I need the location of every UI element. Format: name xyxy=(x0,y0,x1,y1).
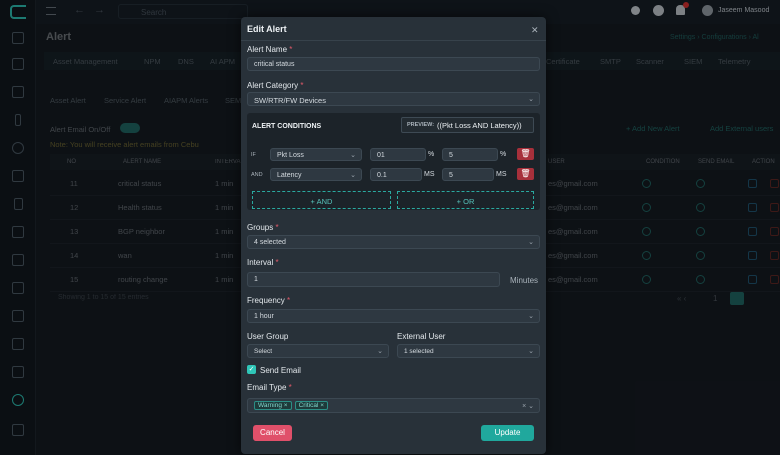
clear-and-chevron-icon[interactable]: × ⌄ xyxy=(522,402,534,410)
close-icon[interactable]: ✕ xyxy=(531,25,539,36)
email-type-chip: Critical × xyxy=(294,401,329,410)
remove-chip-icon[interactable]: × xyxy=(284,402,288,409)
user-group-select[interactable]: Select ⌄ xyxy=(247,344,389,358)
interval-input[interactable]: 1 xyxy=(247,272,500,287)
external-user-select[interactable]: 1 selected ⌄ xyxy=(397,344,540,358)
alert-category-select[interactable]: SW/RTR/FW Devices ⌄ xyxy=(247,92,540,106)
add-or-button[interactable]: + OR xyxy=(397,191,534,209)
send-email-checkbox[interactable]: ✓ xyxy=(247,365,256,374)
condition-value2-input-2[interactable]: 5 xyxy=(442,168,494,181)
condition-op-1: IF xyxy=(251,152,256,158)
groups-select[interactable]: 4 selected ⌄ xyxy=(247,235,540,249)
add-and-button[interactable]: + AND xyxy=(252,191,391,209)
frequency-label: Frequency * xyxy=(247,296,291,305)
alert-name-label: Alert Name * xyxy=(247,45,293,54)
condition-op-2: AND xyxy=(251,172,263,178)
cancel-button[interactable]: Cancel xyxy=(253,425,292,441)
interval-unit: Minutes xyxy=(510,276,539,285)
preview-label: PREVIEW: xyxy=(407,122,435,128)
condition-unit2-1: % xyxy=(500,151,507,158)
alert-name-input[interactable]: critical status xyxy=(247,57,540,71)
remove-chip-icon[interactable]: × xyxy=(320,402,324,409)
chevron-down-icon: ⌄ xyxy=(528,96,534,103)
frequency-select[interactable]: 1 hour ⌄ xyxy=(247,309,540,323)
condition-metric-select-2[interactable]: Latency ⌄ xyxy=(270,168,362,181)
condition-metric-select-1[interactable]: Pkt Loss ⌄ xyxy=(270,148,362,161)
send-email-label: Send Email xyxy=(260,366,301,375)
external-user-label: External User xyxy=(397,332,446,341)
delete-condition-icon[interactable]: 🗑 xyxy=(517,148,534,160)
chevron-down-icon: ⌄ xyxy=(350,152,356,159)
conditions-title: ALERT CONDITIONS xyxy=(252,123,322,130)
email-type-chip: Warning × xyxy=(254,401,292,410)
condition-unit2-2: MS xyxy=(496,171,507,178)
user-group-label: User Group xyxy=(247,332,289,341)
modal-header-divider xyxy=(241,40,546,41)
chevron-down-icon: ⌄ xyxy=(528,348,534,355)
chevron-down-icon: ⌄ xyxy=(377,348,383,355)
condition-value1-input-1[interactable]: 01 xyxy=(370,148,426,161)
chevron-down-icon: ⌄ xyxy=(350,172,356,179)
delete-condition-icon[interactable]: 🗑 xyxy=(517,168,534,180)
modal-title: Edit Alert xyxy=(247,24,287,34)
email-type-label: Email Type * xyxy=(247,383,292,392)
chevron-down-icon: ⌄ xyxy=(528,313,534,320)
condition-unit1-2: MS xyxy=(424,171,435,178)
preview-value: ((Pkt Loss AND Latency)) xyxy=(437,121,522,130)
groups-label: Groups * xyxy=(247,223,279,232)
email-type-select[interactable]: Warning × Critical × × ⌄ xyxy=(247,398,540,413)
chevron-down-icon: ⌄ xyxy=(528,239,534,246)
condition-unit1-1: % xyxy=(428,151,435,158)
condition-value2-input-1[interactable]: 5 xyxy=(442,148,498,161)
interval-label: Interval * xyxy=(247,258,279,267)
update-button[interactable]: Update xyxy=(481,425,534,441)
alert-category-label: Alert Category * xyxy=(247,81,304,90)
condition-value1-input-2[interactable]: 0.1 xyxy=(370,168,422,181)
